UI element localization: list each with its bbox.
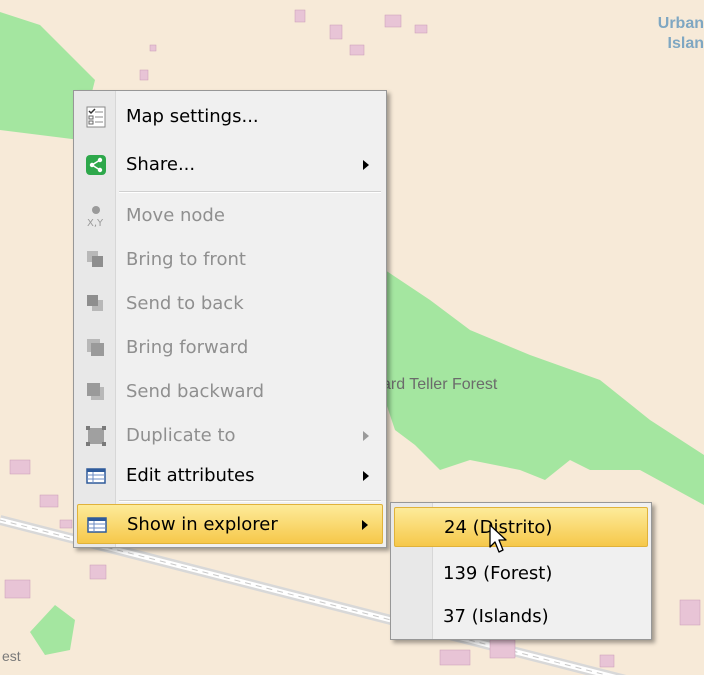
submenu-arrow-icon [362,520,368,530]
map-label-forest: ard Teller Forest [382,376,498,393]
menu-item-move-node[interactable]: X,Y Move node [77,196,383,236]
building [9,459,31,475]
building [89,564,107,580]
submenu-arrow-icon [363,431,369,441]
building [294,9,306,23]
submenu-item-distrito[interactable]: 24 (Distrito) [394,507,648,547]
menu-item-share[interactable]: Share... [77,145,383,185]
menu-separator [119,191,381,193]
building [149,44,157,52]
building [349,44,365,56]
table-icon [86,468,106,484]
menu-item-map-settings[interactable]: Map settings... [77,97,383,137]
duplicate-icon [86,426,106,446]
menu-item-label: Move node [126,205,225,226]
menu-item-label: Share... [126,154,196,175]
move-node-icon: X,Y [87,206,104,228]
menu-item-label: Map settings... [126,106,259,127]
menu-item-label: Show in explorer [127,514,278,535]
menu-item-bring-forward[interactable]: Bring forward [77,328,383,368]
building [489,639,516,659]
bring-forward-icon [87,339,104,356]
map-label-corner: est [2,648,21,664]
menu-item-send-to-back[interactable]: Send to back [77,284,383,324]
map-label-line: Urban [657,15,704,32]
share-icon [86,155,106,175]
menu-item-send-backward[interactable]: Send backward [77,372,383,412]
building [439,649,471,666]
map-label-line: Islan [667,35,704,52]
map-label-urban: Urban Islan [600,14,704,54]
building [39,494,59,508]
building [679,599,701,626]
building [4,579,31,599]
menu-item-label: Edit attributes [126,465,255,486]
menu-separator [119,500,381,502]
send-backward-icon [87,383,104,400]
menu-item-show-in-explorer[interactable]: Show in explorer [77,504,383,544]
building [59,519,73,529]
menu-item-label: Bring to front [126,249,246,270]
building [384,14,402,28]
submenu-item-forest[interactable]: 139 (Forest) [394,554,648,594]
menu-item-duplicate-to[interactable]: Duplicate to [77,416,383,456]
bring-to-front-icon [87,251,103,267]
building [329,24,343,40]
context-menu: Map settings... Share... X,Y Move node B… [73,90,387,548]
svg-text:X,Y: X,Y [87,218,104,228]
submenu-item-label: 37 (Islands) [443,606,549,627]
building [139,69,149,81]
submenu-arrow-icon [363,471,369,481]
building [414,24,428,34]
mouse-pointer-icon [489,524,507,553]
menu-item-edit-attributes[interactable]: Edit attributes [77,456,383,496]
explorer-submenu: 24 (Distrito) 139 (Forest) 37 (Islands) [390,502,652,640]
menu-item-label: Bring forward [126,337,249,358]
table-icon [87,517,107,533]
menu-item-label: Send backward [126,381,265,402]
submenu-item-islands[interactable]: 37 (Islands) [394,597,648,637]
send-to-back-icon [87,295,103,311]
submenu-item-label: 139 (Forest) [443,563,553,584]
submenu-arrow-icon [363,160,369,170]
menu-item-label: Send to back [126,293,244,314]
menu-item-label: Duplicate to [126,425,236,446]
menu-item-bring-to-front[interactable]: Bring to front [77,240,383,280]
map-settings-icon [86,106,106,128]
building [599,654,615,668]
